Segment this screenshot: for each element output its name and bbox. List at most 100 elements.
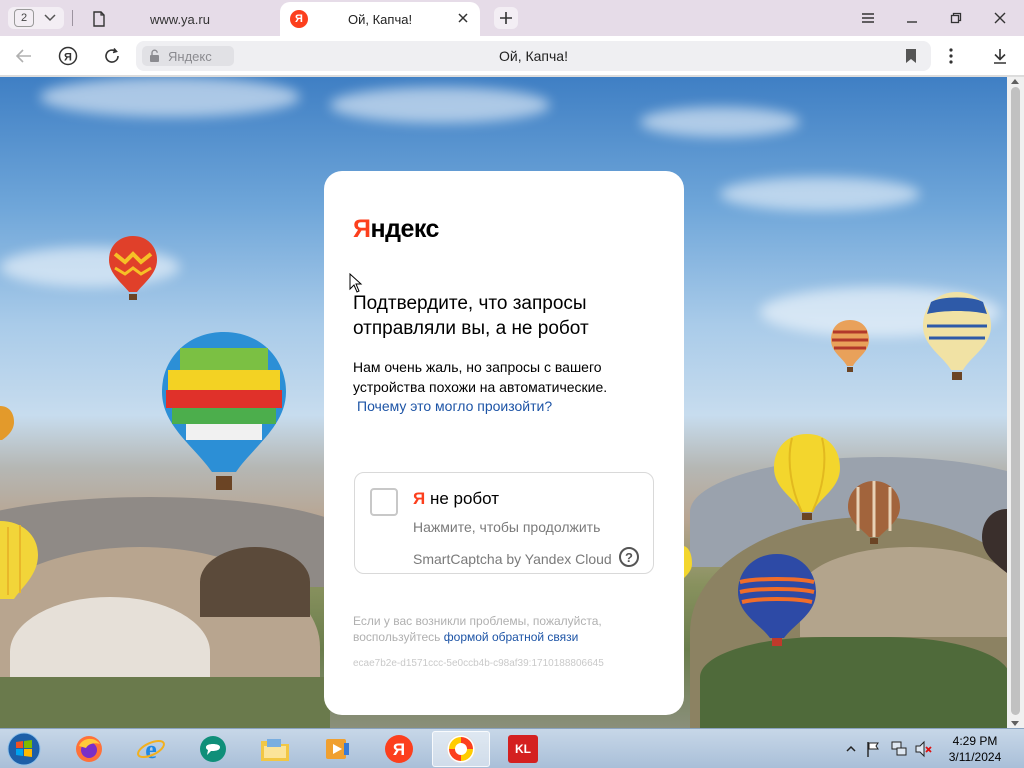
captcha-brand: SmartCaptcha by Yandex Cloud	[413, 551, 612, 567]
clock-time: 4:29 PM	[952, 734, 998, 748]
clock-date: 3/11/2024	[948, 750, 1002, 764]
tab-title: Ой, Капча!	[348, 12, 413, 27]
browser-menu-button[interactable]	[856, 6, 880, 30]
yandex-icon: Я	[385, 735, 413, 763]
why-link[interactable]: Почему это могло произойти?	[357, 398, 552, 414]
system-clock[interactable]: 4:29 PM 3/11/2024	[938, 733, 1012, 765]
captcha-hint: Нажмите, чтобы продолжить	[413, 519, 601, 535]
taskbar-firefox[interactable]	[60, 731, 118, 767]
windows-start-icon	[7, 732, 41, 766]
taskbar-yandex[interactable]: Я	[370, 731, 428, 767]
network-icon[interactable]	[890, 740, 908, 758]
reload-button[interactable]	[100, 44, 124, 68]
reload-icon	[105, 47, 119, 63]
plus-icon	[500, 12, 512, 24]
page-icon	[93, 11, 105, 27]
smartcaptcha-widget[interactable]: Я не робот Нажмите, чтобы продолжить Sma…	[354, 472, 654, 574]
captcha-card: Яндекс Подтвердите, что запросы отправля…	[324, 171, 684, 715]
bookmark-icon[interactable]	[905, 48, 917, 64]
feedback-note: Если у вас возникли проблемы, пожалуйста…	[353, 613, 653, 645]
tab-title: www.ya.ru	[150, 12, 210, 27]
page-background-balloons: Яндекс Подтвердите, что запросы отправля…	[0, 77, 1007, 728]
close-window-button[interactable]	[988, 6, 1012, 30]
chevron-down-icon	[44, 14, 56, 22]
taskbar-internet-explorer[interactable]: e	[122, 731, 180, 767]
captcha-title-ya: Я	[413, 489, 426, 508]
hot-air-balloon	[109, 236, 157, 300]
taskbar-chat[interactable]	[184, 731, 242, 767]
kl-icon: KL	[508, 735, 538, 763]
chat-icon	[200, 736, 226, 762]
internet-explorer-icon: e	[137, 735, 165, 764]
hot-air-balloon	[831, 320, 869, 372]
taskbar-yandex-browser[interactable]	[432, 731, 490, 767]
restore-button[interactable]	[944, 6, 968, 30]
cloud	[40, 77, 300, 117]
hot-air-balloon	[848, 481, 900, 544]
yandex-logo-rest: ндекс	[370, 215, 439, 243]
cloud	[720, 177, 920, 211]
action-center-flag-icon[interactable]	[866, 740, 880, 758]
show-hidden-icons-icon[interactable]	[846, 742, 856, 756]
close-icon	[994, 12, 1006, 24]
hot-air-balloon	[162, 332, 286, 490]
tab-captcha[interactable]: Я Ой, Капча!	[280, 2, 480, 36]
media-player-icon	[326, 739, 349, 759]
vertical-dots-icon	[949, 48, 953, 64]
navigation-bar: Я Яндекс Ой, Капча!	[0, 36, 1024, 76]
hot-air-balloon	[923, 292, 991, 380]
hot-air-balloon	[0, 406, 14, 440]
page-heading: Подтвердите, что запросы отправляли вы, …	[353, 293, 589, 339]
captcha-title: Я не робот	[413, 489, 499, 509]
tab-counter-button[interactable]: 2	[8, 7, 64, 29]
kl-label: KL	[515, 742, 531, 756]
hot-air-balloon	[738, 554, 816, 646]
yandex-favicon-icon: Я	[290, 10, 308, 28]
rock-formation	[800, 547, 1007, 637]
request-id: ecae7b2e-d1571ccc-5e0ccb4b-c98af39:17101…	[353, 658, 604, 669]
hot-air-balloon	[982, 509, 1007, 573]
help-icon[interactable]: ?	[619, 547, 639, 567]
browser-tab-bar: 2 www.ya.ru Я Ой, Капча!	[0, 0, 1024, 36]
address-bar[interactable]: Яндекс Ой, Капча!	[136, 41, 931, 71]
yandex-browser-icon	[446, 734, 476, 764]
scrollbar-thumb[interactable]	[1011, 87, 1020, 715]
download-icon	[994, 49, 1006, 64]
tab-ya-ru[interactable]: www.ya.ru	[84, 2, 278, 36]
cloud	[330, 87, 550, 123]
yandex-logo-first-letter: Я	[353, 215, 371, 243]
restore-icon	[950, 12, 962, 24]
hot-air-balloon	[774, 434, 840, 520]
page-description: Нам очень жаль, но запросы с вашего устр…	[353, 359, 608, 395]
not-robot-checkbox[interactable]	[370, 488, 398, 516]
windows-taskbar: e Я KL 4:29 PM 3/11/2024	[0, 728, 1024, 768]
svg-text:Я: Я	[393, 740, 405, 759]
taskbar-file-explorer[interactable]	[246, 731, 304, 767]
yandex-logo[interactable]: Яндекс	[353, 215, 439, 244]
feedback-form-link[interactable]: формой обратной связи	[444, 630, 579, 644]
new-tab-button[interactable]	[494, 7, 518, 29]
taskbar-media-player[interactable]	[308, 731, 366, 767]
page-scrollbar[interactable]	[1007, 77, 1024, 728]
vegetation	[0, 677, 330, 728]
address-page-title: Ой, Капча!	[499, 48, 568, 64]
hot-air-balloon	[0, 521, 38, 599]
firefox-icon	[76, 736, 102, 762]
captcha-title-rest: не робот	[425, 489, 500, 508]
close-tab-icon[interactable]	[456, 11, 470, 25]
hot-air-balloon	[684, 546, 692, 578]
yandex-home-button[interactable]: Я	[56, 44, 80, 68]
scroll-up-icon[interactable]	[1011, 79, 1019, 84]
yandex-logo-icon: Я	[58, 46, 78, 66]
minimize-button[interactable]	[900, 6, 924, 30]
cloud	[640, 107, 800, 137]
taskbar-kl[interactable]: KL	[494, 731, 552, 767]
start-button[interactable]	[4, 730, 44, 768]
back-button[interactable]	[12, 44, 36, 68]
file-explorer-icon	[261, 739, 289, 761]
more-options-button[interactable]	[939, 44, 963, 68]
downloads-button[interactable]	[988, 44, 1012, 68]
scroll-down-icon[interactable]	[1011, 721, 1019, 726]
volume-muted-icon[interactable]	[914, 740, 932, 758]
vegetation	[700, 637, 1007, 728]
